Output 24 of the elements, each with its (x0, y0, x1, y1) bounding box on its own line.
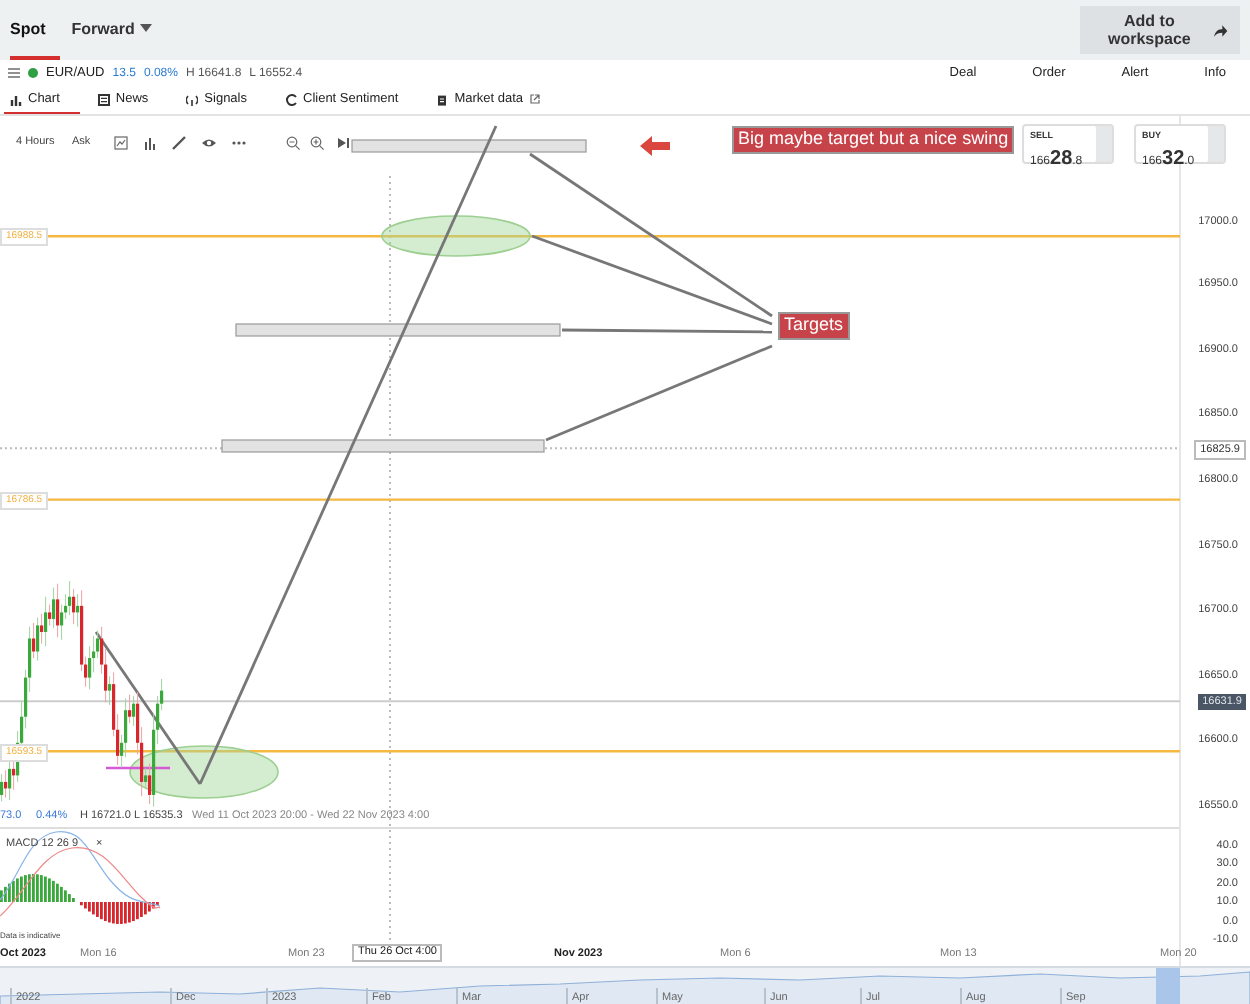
more-icon[interactable] (232, 136, 246, 150)
market-open-dot (28, 68, 38, 78)
support-line (106, 766, 170, 770)
add-to-workspace-button[interactable]: Add to workspace (1080, 6, 1240, 54)
arrow-icon (640, 136, 670, 156)
skip-forward-icon[interactable] (336, 136, 350, 150)
caret-icon (140, 24, 153, 32)
share-arrow-icon (1214, 23, 1228, 37)
signal-icon (186, 93, 199, 105)
menu-icon[interactable] (8, 68, 20, 78)
bar-chart-icon (10, 93, 22, 105)
top-tab[interactable]: Forward (71, 0, 167, 60)
clipboard-icon (436, 93, 449, 105)
zoom-out-icon[interactable] (286, 136, 300, 150)
zoom-in-icon[interactable] (310, 136, 324, 150)
eye-icon[interactable] (202, 136, 216, 150)
indicator-icon[interactable] (114, 136, 128, 150)
newspaper-icon (97, 93, 110, 105)
annotation-label: Big maybe target but a nice swing (732, 126, 1015, 154)
refresh-icon (285, 93, 297, 105)
pencil-icon[interactable] (172, 136, 186, 150)
external-link-icon (529, 94, 540, 104)
annotation-label: Targets (778, 312, 850, 340)
bar-chart-icon[interactable] (144, 136, 158, 150)
